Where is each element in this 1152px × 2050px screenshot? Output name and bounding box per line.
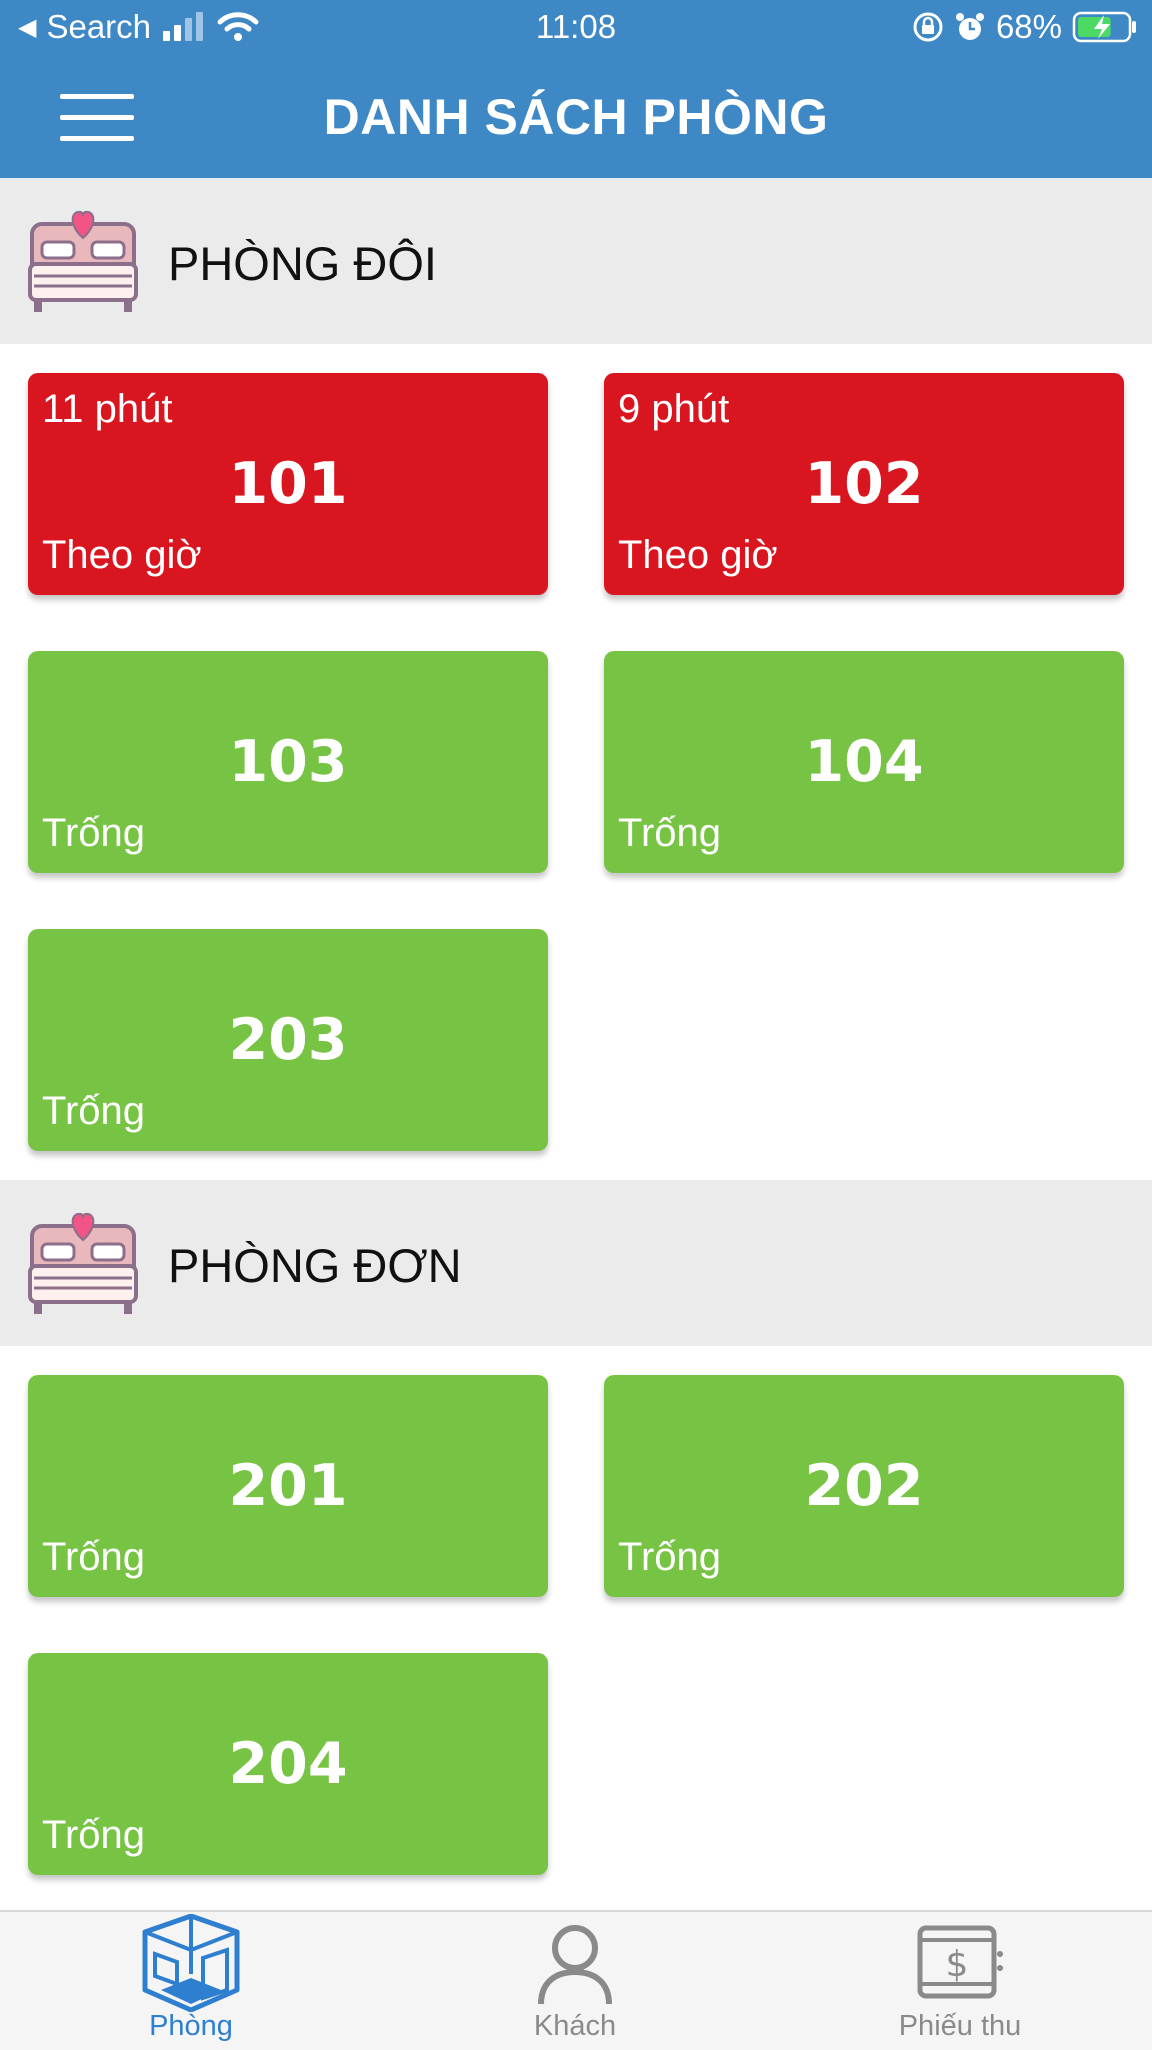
room-status: Theo giờ <box>42 533 202 577</box>
status-right: 68% <box>912 8 1138 46</box>
room-timer: 11 phút <box>42 387 173 431</box>
room-number: 104 <box>804 729 924 795</box>
person-icon <box>538 1925 612 2005</box>
room-card-102[interactable]: 9 phút 102 Theo giờ <box>604 373 1124 595</box>
section-title: PHÒNG ĐƠN <box>168 1239 462 1292</box>
bottom-tab-bar: Phòng Khách $ Phiếu thu <box>0 1910 1152 2050</box>
room-number: 202 <box>804 1453 924 1519</box>
room-card-203[interactable]: 203 Trống <box>28 929 548 1151</box>
room-number: 204 <box>228 1731 348 1797</box>
room-status: Trống <box>618 811 722 855</box>
room-card-103[interactable]: 103 Trống <box>28 651 548 873</box>
section-title: PHÒNG ĐÔI <box>168 237 437 290</box>
tab-label: Phòng <box>149 2010 233 2042</box>
room-card-201[interactable]: 201 Trống <box>28 1375 548 1597</box>
bed-icon <box>28 1212 138 1314</box>
room-number: 101 <box>228 451 348 517</box>
room-number: 203 <box>228 1007 348 1073</box>
room-status: Trống <box>42 1535 146 1579</box>
tab-phieu-thu[interactable]: $ Phiếu thu <box>860 1912 1060 2050</box>
battery-percent: 68% <box>995 8 1062 45</box>
room-number: 103 <box>228 729 348 795</box>
receipt-icon: $ <box>917 1925 1003 1999</box>
room-timer: 9 phút <box>618 387 730 431</box>
room-status: Trống <box>618 1535 722 1579</box>
tab-label: Khách <box>533 2010 617 2042</box>
room-status: Theo giờ <box>618 533 778 577</box>
room-status: Trống <box>42 1813 146 1857</box>
tab-khach[interactable]: Khách <box>480 1912 670 2050</box>
svg-text:$: $ <box>946 1944 969 1985</box>
page-title: DANH SÁCH PHÒNG <box>323 89 829 145</box>
section-header-single: PHÒNG ĐƠN <box>0 1180 1152 1346</box>
alarm-icon <box>955 13 984 40</box>
battery-icon <box>1072 11 1136 43</box>
status-bar: ◀ Search 11:08 68% <box>0 0 1152 60</box>
room-card-202[interactable]: 202 Trống <box>604 1375 1124 1597</box>
room-card-104[interactable]: 104 Trống <box>604 651 1124 873</box>
tab-label: Phiếu thu <box>898 2010 1022 2042</box>
room-status: Trống <box>42 1089 146 1133</box>
room-number: 201 <box>228 1453 348 1519</box>
rotation-lock-icon <box>913 12 943 42</box>
bed-icon <box>28 210 138 312</box>
room-status: Trống <box>42 811 146 855</box>
app-header: DANH SÁCH PHÒNG <box>0 60 1152 178</box>
section-header-double: PHÒNG ĐÔI <box>0 178 1152 344</box>
room-number: 102 <box>804 451 924 517</box>
tab-phong[interactable]: Phòng <box>96 1912 286 2050</box>
room-card-101[interactable]: 11 phút 101 Theo giờ <box>28 373 548 595</box>
room-card-204[interactable]: 204 Trống <box>28 1653 548 1875</box>
room-icon <box>142 1914 240 2012</box>
